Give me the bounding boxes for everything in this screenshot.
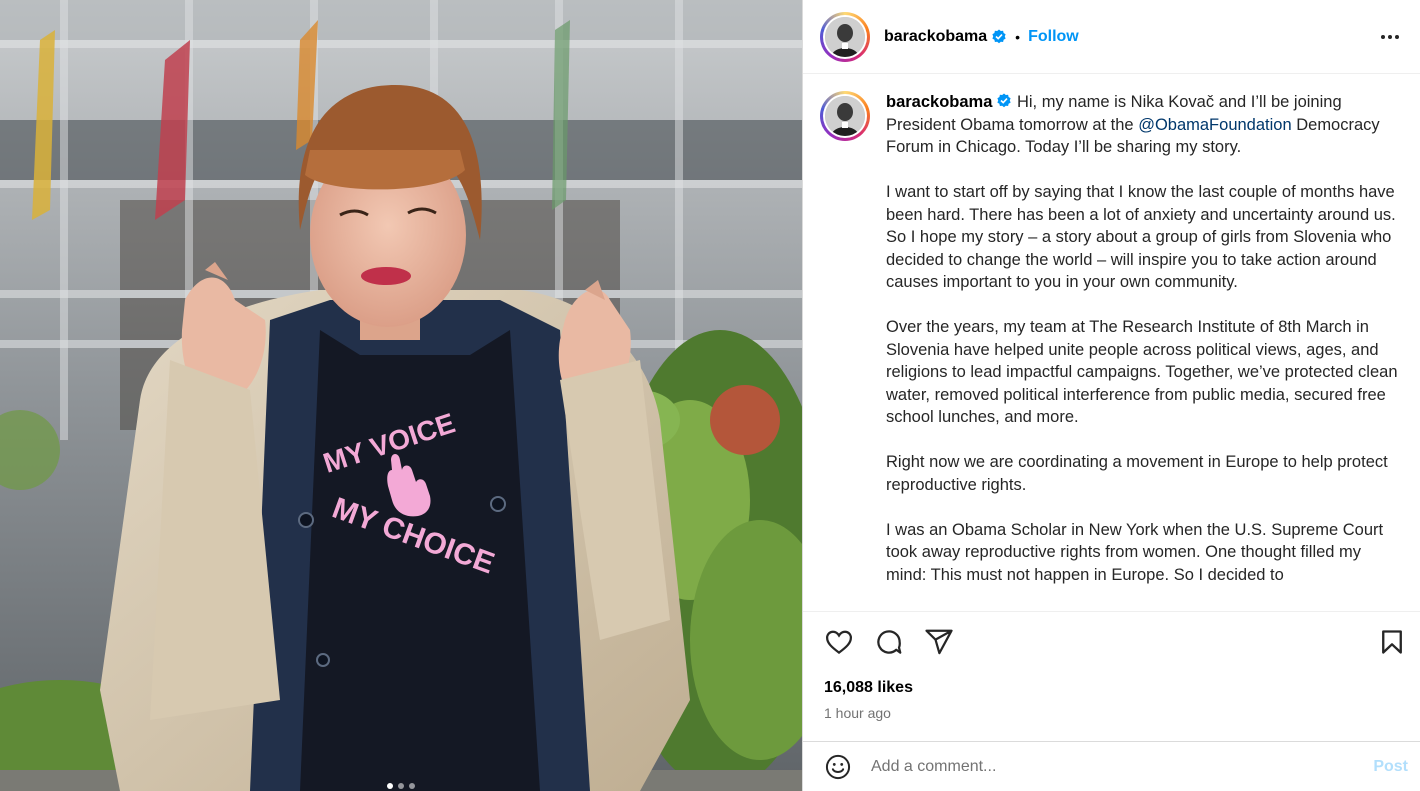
carousel-dot (409, 783, 415, 789)
comment-bar: Post (803, 741, 1420, 791)
bookmark-icon[interactable] (1376, 626, 1408, 658)
carousel-dot (387, 783, 393, 789)
caption-paragraph: I was an Obama Scholar in New York when … (886, 520, 1384, 584)
mention-link[interactable]: @ObamaFoundation (1138, 116, 1291, 134)
carousel-dot (398, 783, 404, 789)
post-header: barackobama • Follow (803, 0, 1420, 74)
follow-button[interactable]: Follow (1028, 28, 1079, 46)
comment-input[interactable] (869, 756, 1374, 777)
post-photo: MY VOICE MY CHOICE (0, 0, 802, 791)
comment-icon[interactable] (873, 626, 905, 658)
likes-count[interactable]: 16,088 likes (803, 671, 1420, 701)
caption-paragraph: Right now we are coordinating a movement… (886, 453, 1388, 494)
post-timestamp[interactable]: 1 hour ago (803, 701, 1420, 741)
instagram-post: MY VOICE MY CHOICE barackobama • Follow … (0, 0, 1420, 791)
avatar[interactable] (820, 11, 870, 62)
caption-text: barackobama Hi, my name is Nika Kovač an… (886, 91, 1402, 609)
more-options-icon[interactable] (1378, 25, 1402, 49)
caption-username[interactable]: barackobama (886, 93, 992, 111)
heart-icon[interactable] (823, 626, 855, 658)
verified-badge-icon (992, 29, 1006, 43)
share-icon[interactable] (923, 626, 955, 658)
header-username[interactable]: barackobama (884, 28, 987, 46)
carousel-indicator (0, 783, 802, 789)
post-image[interactable]: MY VOICE MY CHOICE (0, 0, 802, 791)
header-separator: • (1015, 28, 1021, 45)
post-side-panel: barackobama • Follow barackobama Hi, my … (802, 0, 1420, 791)
profile-photo-icon (825, 16, 865, 57)
verified-badge-icon (997, 93, 1011, 108)
caption-avatar[interactable] (820, 91, 870, 141)
caption-paragraph: I want to start off by saying that I kno… (886, 183, 1396, 291)
caption-section: barackobama Hi, my name is Nika Kovač an… (803, 74, 1420, 611)
avatar-image (825, 16, 865, 57)
action-bar (803, 611, 1420, 671)
post-comment-button[interactable]: Post (1373, 758, 1408, 776)
caption-paragraph: Over the years, my team at The Research … (886, 318, 1398, 426)
avatar-image (825, 96, 865, 136)
profile-photo-icon (825, 96, 865, 136)
caption-paragraph: barackobama Hi, my name is Nika Kovač an… (886, 91, 1402, 159)
emoji-icon[interactable] (823, 752, 853, 782)
